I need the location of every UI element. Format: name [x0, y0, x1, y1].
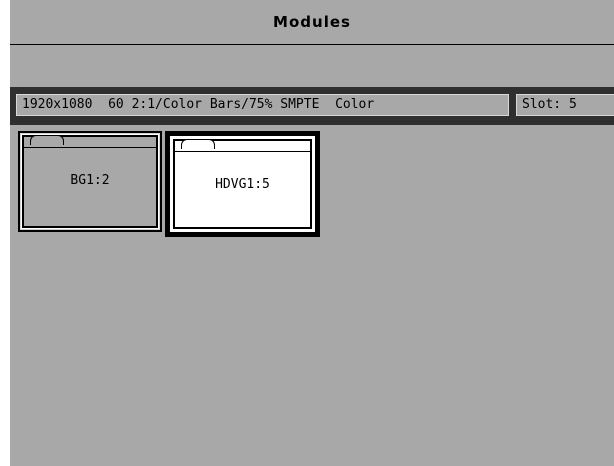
- screen: Modules 1920x1080 60 2:1/Color Bars/75% …: [0, 0, 614, 466]
- folder-tab: [30, 135, 64, 145]
- module-hdvg1-5[interactable]: HDVG1:5: [165, 131, 320, 237]
- module-label: HDVG1:5: [215, 177, 270, 192]
- format-status-field: 1920x1080 60 2:1/Color Bars/75% SMPTE Co…: [16, 94, 509, 116]
- folder-divider: [24, 147, 156, 148]
- folder-icon: BG1:2: [21, 134, 159, 229]
- module-bg1-2[interactable]: BG1:2: [18, 131, 162, 232]
- modules-panel: Modules 1920x1080 60 2:1/Color Bars/75% …: [10, 0, 614, 466]
- folder-icon: HDVG1:5: [173, 139, 312, 229]
- folder-divider: [175, 151, 310, 152]
- slot-status-field: Slot: 5: [516, 94, 614, 116]
- title-bar: Modules: [10, 0, 614, 45]
- module-label: BG1:2: [70, 173, 110, 188]
- window-title: Modules: [273, 13, 351, 31]
- folder-tab: [181, 139, 215, 149]
- status-bar: 1920x1080 60 2:1/Color Bars/75% SMPTE Co…: [10, 87, 614, 125]
